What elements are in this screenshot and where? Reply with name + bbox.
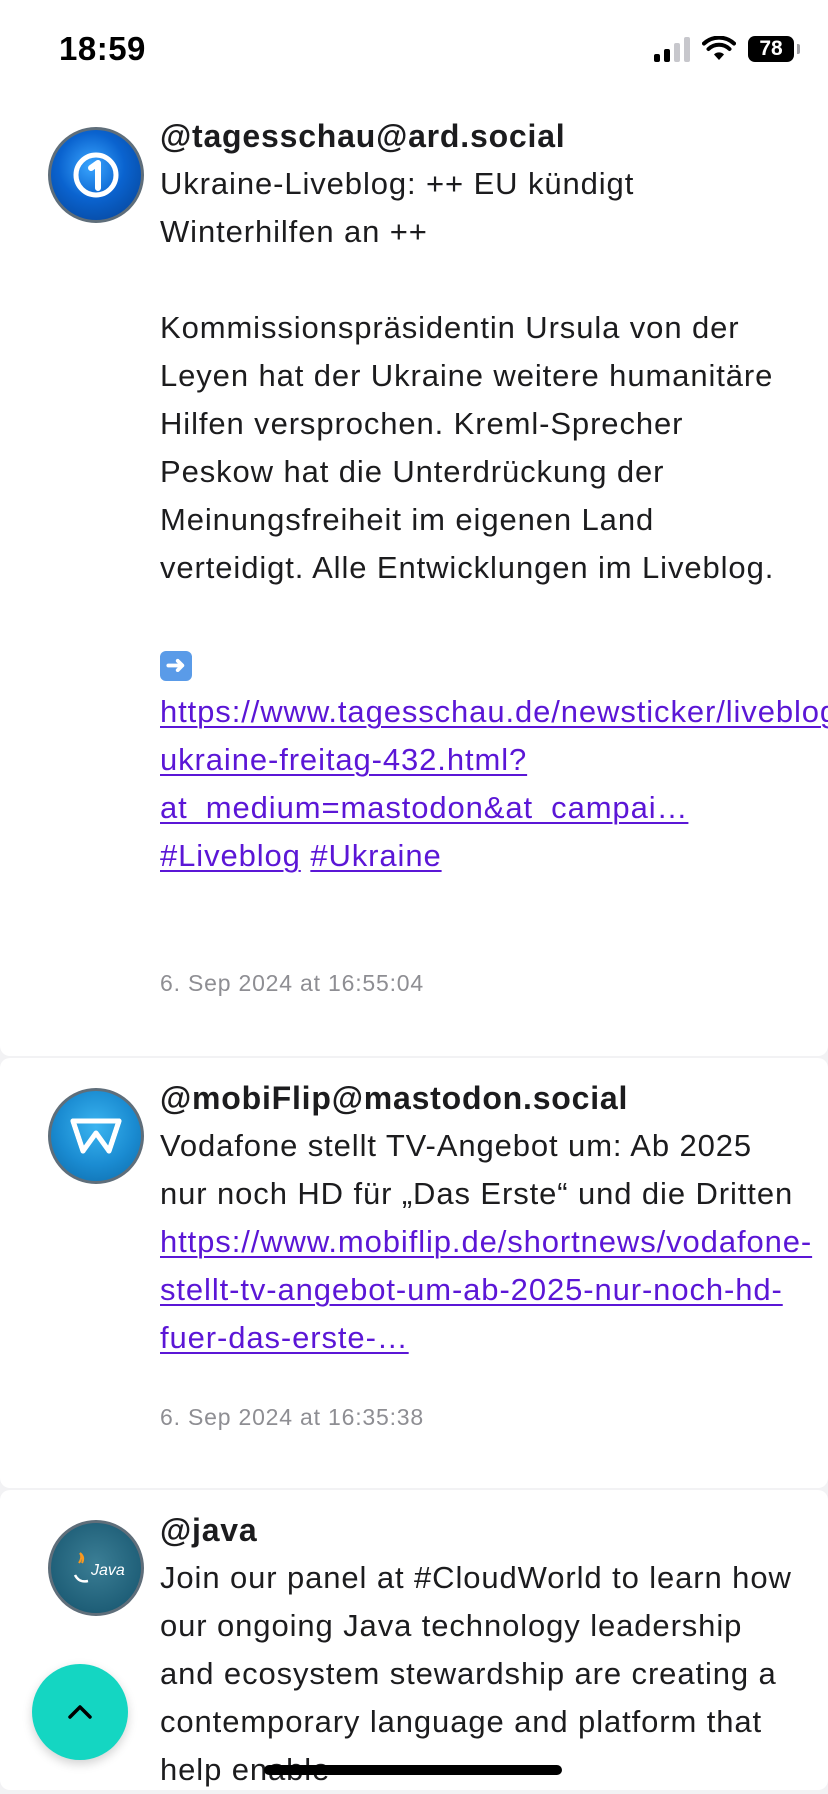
post-link[interactable]: https://www.mobiflip.de/shortnews/vodafo… (160, 1224, 812, 1355)
post-author[interactable]: @tagesschau@ard.social (160, 118, 566, 155)
post-link[interactable]: https://www.tagesschau.de/newsticker/liv… (160, 694, 828, 825)
avatar[interactable]: Java (48, 1520, 144, 1616)
post-timestamp: 6. Sep 2024 at 16:35:38 (160, 1404, 424, 1430)
post-text: Vodafone stellt TV-Angebot um: Ab 2025 n… (160, 1122, 811, 1362)
avatar[interactable] (48, 1088, 144, 1184)
post-text: Ukraine-Liveblog: ++ EU kündigt Winterhi… (160, 166, 644, 249)
timeline-feed: @tagesschau@ard.social Ukraine-Liveblog:… (0, 98, 828, 1792)
post-author[interactable]: @java (160, 1512, 257, 1549)
battery-icon: 78 (748, 36, 800, 62)
post-link-paragraph: ➜ https://www.tagesschau.de/newsticker/li… (160, 640, 828, 832)
hashtag-link[interactable]: #Liveblog (160, 838, 301, 873)
mobiflip-logo-icon (70, 1118, 122, 1154)
home-indicator (264, 1765, 562, 1775)
cellular-signal-icon (654, 36, 690, 62)
chevron-up-icon (68, 1705, 92, 1719)
post-hashtags: #Liveblog #Ukraine (160, 832, 800, 880)
wifi-icon (702, 36, 736, 60)
post-card[interactable]: Java @java Join our panel at #CloudWorld… (0, 1490, 828, 1790)
status-icons: 78 (654, 32, 800, 66)
post-text: Kommissionspräsidentin Ursula von der Le… (160, 310, 783, 585)
status-time: 18:59 (59, 30, 146, 67)
java-logo-icon: Java (73, 1552, 125, 1583)
java-wordmark: Java (90, 1562, 125, 1579)
post-text-content: Vodafone stellt TV-Angebot um: Ab 2025 n… (160, 1128, 794, 1211)
hashtag-link[interactable]: #Ukraine (310, 838, 441, 873)
avatar[interactable] (48, 127, 144, 223)
arrow-right-icon: ➜ (160, 651, 192, 681)
status-bar: 18:59 78 (0, 0, 828, 98)
post-text: Join our panel at #CloudWorld to learn h… (160, 1560, 802, 1787)
post-author[interactable]: @mobiFlip@mastodon.social (160, 1080, 628, 1117)
scroll-to-top-button[interactable] (32, 1664, 128, 1760)
post-card[interactable]: @tagesschau@ard.social Ukraine-Liveblog:… (0, 98, 828, 1056)
tagesschau-logo-icon (73, 152, 119, 198)
post-timestamp: 6. Sep 2024 at 16:55:04 (160, 970, 424, 996)
post-card[interactable]: @mobiFlip@mastodon.social Vodafone stell… (0, 1058, 828, 1488)
